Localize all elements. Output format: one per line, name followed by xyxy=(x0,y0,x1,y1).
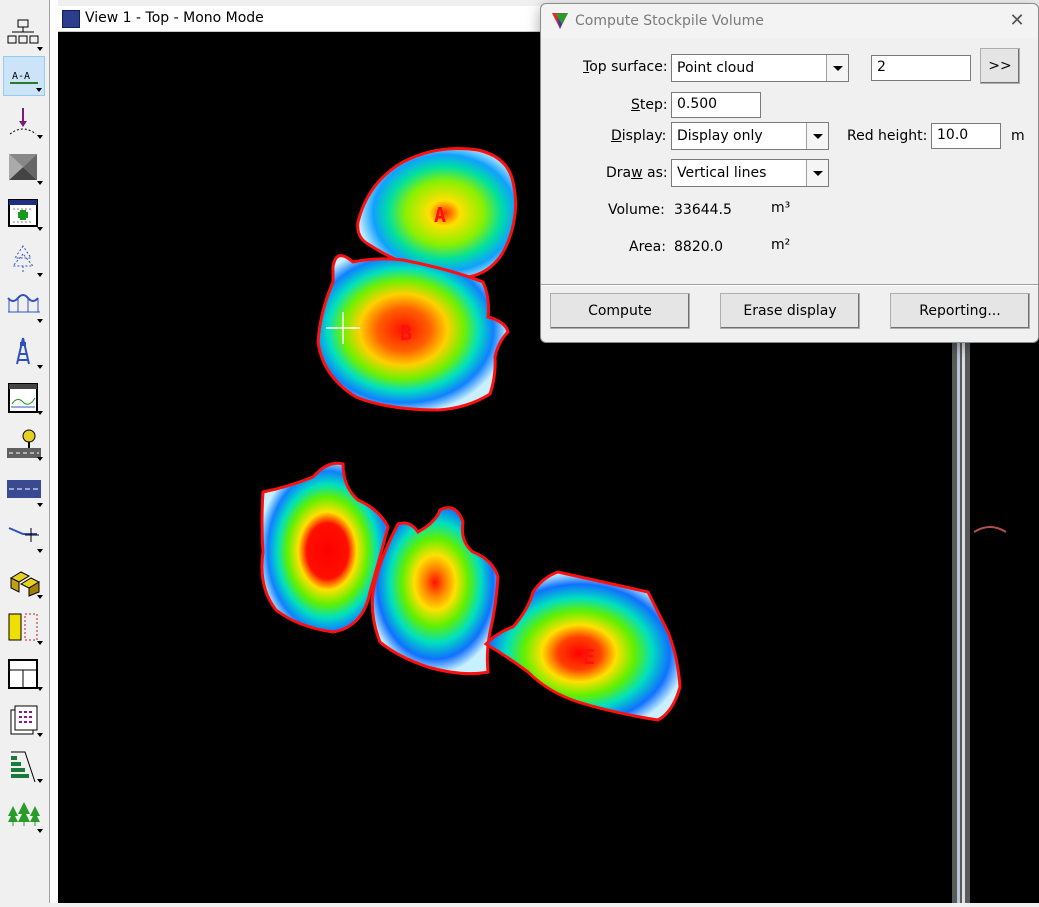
road-lanes-icon xyxy=(7,480,41,498)
area-value: 8820.0 xyxy=(674,239,723,255)
document-grid-icon xyxy=(10,705,38,735)
top-surface-label: Top surface: xyxy=(583,59,668,75)
view-window-icon xyxy=(62,10,80,28)
blocks-tool-button[interactable] xyxy=(3,562,45,602)
app-triangle-icon xyxy=(552,13,568,29)
trees-icon xyxy=(8,802,40,826)
hierarchy-icon xyxy=(7,19,39,44)
line-cross-tool-button[interactable] xyxy=(3,516,45,556)
stockpile-b xyxy=(316,254,510,412)
draw-as-select[interactable]: Vertical lines xyxy=(671,159,829,187)
section-tool-button[interactable]: A-A xyxy=(3,56,45,96)
tower-tool-button[interactable] xyxy=(3,332,45,372)
draw-as-label: Draw as: xyxy=(606,165,668,181)
trees-tool-button[interactable] xyxy=(3,796,45,836)
compute-stockpile-volume-dialog: Compute Stockpile Volume ✕ Top surface: … xyxy=(540,3,1039,343)
stockpile-c xyxy=(260,461,390,634)
dialog-title: Compute Stockpile Volume xyxy=(575,13,764,29)
tree-dotted-icon xyxy=(11,245,35,274)
view-title: View 1 - Top - Mono Mode xyxy=(85,10,264,26)
blocks-stack-icon xyxy=(9,571,41,597)
red-height-unit: m xyxy=(1011,128,1025,144)
step-field[interactable]: 0.500 xyxy=(671,92,761,118)
red-height-field[interactable]: 10.0 xyxy=(931,123,1001,149)
volume-unit: m³ xyxy=(771,200,791,216)
road-lamp-tool-button[interactable] xyxy=(3,424,45,464)
chevron-down-icon[interactable] xyxy=(806,160,828,186)
top-surface-select[interactable]: Point cloud xyxy=(671,54,849,82)
volume-label: Volume: xyxy=(608,202,665,218)
road-lamp-icon xyxy=(7,429,41,458)
chevron-down-icon[interactable] xyxy=(826,55,848,81)
road-tool-button[interactable] xyxy=(3,470,45,510)
dialog-separator xyxy=(541,284,1038,286)
hierarchy-tool-button[interactable] xyxy=(3,14,45,54)
profile-frame-icon xyxy=(8,383,38,413)
document-tool-button[interactable] xyxy=(3,700,45,740)
surface-tool-button[interactable] xyxy=(3,148,45,188)
staircase-icon xyxy=(11,751,36,783)
calendar-tool-button[interactable] xyxy=(3,194,45,234)
display-value: Display only xyxy=(677,128,763,144)
top-surface-value: Point cloud xyxy=(677,60,755,76)
staircase-tool-button[interactable] xyxy=(3,746,45,786)
drop-point-tool-button[interactable] xyxy=(3,102,45,142)
close-icon[interactable]: ✕ xyxy=(1006,10,1028,32)
stockpile-label-e: E xyxy=(583,645,595,669)
tree-tool-button[interactable] xyxy=(3,240,45,280)
layout-tool-button[interactable] xyxy=(3,654,45,694)
drop-point-icon xyxy=(9,108,37,135)
area-unit: m² xyxy=(771,237,791,253)
reporting-button[interactable]: Reporting... xyxy=(890,293,1030,329)
red-height-label: Red height: xyxy=(847,128,928,144)
layout-grid-icon xyxy=(8,659,38,689)
tower-icon xyxy=(16,337,30,365)
section-aa-icon: A-A xyxy=(10,71,38,84)
split-panels-icon xyxy=(8,613,38,641)
svg-text:A-A: A-A xyxy=(12,71,30,82)
erase-display-button[interactable]: Erase display xyxy=(720,293,860,329)
stockpile-d xyxy=(370,506,500,676)
split-panels-tool-button[interactable] xyxy=(3,608,45,648)
more-button[interactable]: >> xyxy=(980,48,1020,84)
stockpile-label-a: A xyxy=(434,203,446,227)
view-frame xyxy=(50,0,58,903)
display-label: Display: xyxy=(611,128,667,144)
tool-palette: A-A xyxy=(0,0,50,903)
hourglass-surface-icon xyxy=(9,154,37,180)
area-label: Area: xyxy=(629,239,666,255)
line-cross-icon xyxy=(8,527,39,542)
chevron-down-icon[interactable] xyxy=(806,123,828,149)
wave-tool-button[interactable] xyxy=(3,286,45,326)
profile-tool-button[interactable] xyxy=(3,378,45,418)
step-label: Step: xyxy=(631,97,668,113)
display-select[interactable]: Display only xyxy=(671,122,829,150)
calendar-plus-icon xyxy=(8,199,38,227)
volume-value: 33644.5 xyxy=(674,202,732,218)
stockpile-label-b: B xyxy=(400,321,412,345)
draw-as-value: Vertical lines xyxy=(677,165,767,181)
top-surface-number-field[interactable]: 2 xyxy=(871,55,971,81)
wave-lines-icon xyxy=(7,294,40,313)
dialog-title-bar[interactable]: Compute Stockpile Volume ✕ xyxy=(541,4,1038,38)
compute-button[interactable]: Compute xyxy=(550,293,690,329)
